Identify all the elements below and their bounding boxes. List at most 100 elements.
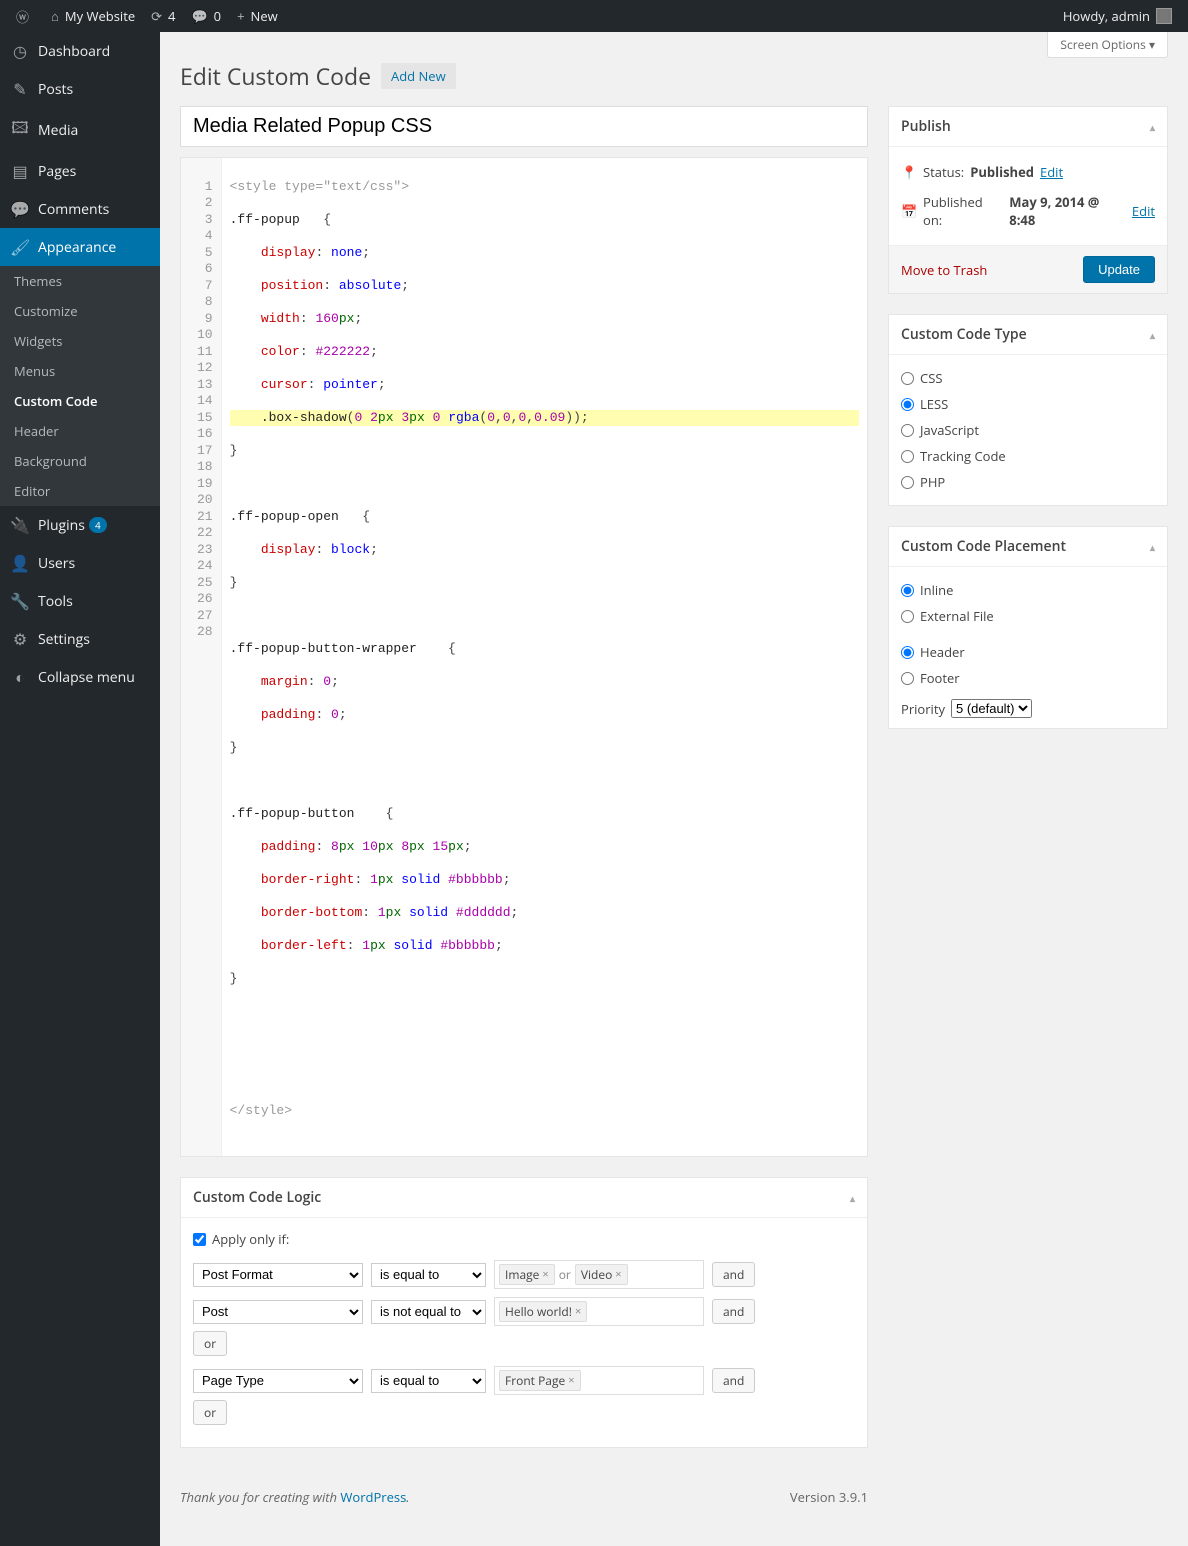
admin-bar: ⓦ ⌂My Website ⟳4 💬0 + New Howdy, admin bbox=[0, 0, 1188, 32]
menu-icon: 🔧 bbox=[10, 590, 30, 612]
placement-radio-footer[interactable] bbox=[901, 672, 914, 685]
rule-field-select[interactable]: Page Type bbox=[193, 1369, 363, 1393]
status-label: Status: bbox=[923, 163, 964, 181]
placement-radio-header[interactable] bbox=[901, 646, 914, 659]
menu-icon: 🖾 bbox=[10, 116, 30, 144]
radio-label: JavaScript bbox=[920, 421, 979, 439]
submenu-item-background[interactable]: Background bbox=[0, 446, 160, 476]
menu-item-collapse-menu[interactable]: ◐Collapse menu bbox=[0, 658, 160, 696]
remove-tag-icon[interactable]: × bbox=[615, 1267, 621, 1282]
submenu-item-custom-code[interactable]: Custom Code bbox=[0, 386, 160, 416]
code-area[interactable]: <style type="text/css"> .ff-popup { disp… bbox=[222, 158, 867, 1156]
tag[interactable]: Video × bbox=[575, 1264, 628, 1285]
rule-value-box[interactable]: Image ×orVideo × bbox=[494, 1260, 704, 1289]
wordpress-link[interactable]: WordPress bbox=[340, 1488, 406, 1506]
wp-logo[interactable]: ⓦ bbox=[8, 0, 43, 32]
menu-label: Appearance bbox=[38, 238, 116, 257]
menu-item-plugins[interactable]: 🔌Plugins4 bbox=[0, 506, 160, 544]
placement-heading[interactable]: Custom Code Placement▴ bbox=[889, 527, 1167, 567]
radio-label: Inline bbox=[920, 581, 953, 599]
menu-item-tools[interactable]: 🔧Tools bbox=[0, 582, 160, 620]
code-type-box: Custom Code Type▴ CSSLESSJavaScriptTrack… bbox=[888, 314, 1168, 506]
rule-field-select[interactable]: Post Format bbox=[193, 1263, 363, 1287]
toggle-icon: ▴ bbox=[850, 1191, 855, 1205]
placement-radio-inline[interactable] bbox=[901, 584, 914, 597]
custom-code-logic-box: Custom Code Logic▴ Apply only if: Post F… bbox=[180, 1177, 868, 1448]
code-type-radio-javascript[interactable] bbox=[901, 424, 914, 437]
badge: 4 bbox=[89, 517, 107, 533]
plus-icon: + bbox=[237, 7, 244, 25]
code-type-radio-css[interactable] bbox=[901, 372, 914, 385]
placement-radio-external-file[interactable] bbox=[901, 610, 914, 623]
line-gutter: 1234567891011121314151617181920212223242… bbox=[181, 158, 222, 1156]
menu-label: Pages bbox=[38, 162, 76, 181]
page-title: Edit Custom Code Add New bbox=[180, 60, 1168, 92]
updates-link[interactable]: ⟳4 bbox=[143, 0, 183, 32]
menu-item-comments[interactable]: 💬Comments bbox=[0, 190, 160, 228]
edit-date-link[interactable]: Edit bbox=[1132, 202, 1155, 220]
menu-item-users[interactable]: 👤Users bbox=[0, 544, 160, 582]
code-type-radio-tracking code[interactable] bbox=[901, 450, 914, 463]
and-button[interactable]: and bbox=[712, 1262, 755, 1287]
menu-icon: ◐ bbox=[10, 666, 30, 688]
version-text: Version 3.9.1 bbox=[790, 1488, 868, 1506]
remove-tag-icon[interactable]: × bbox=[542, 1267, 548, 1282]
comments-count: 0 bbox=[214, 7, 221, 25]
code-editor[interactable]: 1234567891011121314151617181920212223242… bbox=[180, 157, 868, 1157]
post-title-input[interactable] bbox=[180, 106, 868, 147]
menu-item-media[interactable]: 🖾Media bbox=[0, 108, 160, 152]
menu-item-appearance[interactable]: 🖌Appearance bbox=[0, 228, 160, 266]
rule-field-select[interactable]: Post bbox=[193, 1300, 363, 1324]
or-button[interactable]: or bbox=[193, 1331, 227, 1356]
menu-item-dashboard[interactable]: ◷Dashboard bbox=[0, 32, 160, 70]
menu-item-posts[interactable]: ✎Posts bbox=[0, 70, 160, 108]
submenu-item-header[interactable]: Header bbox=[0, 416, 160, 446]
code-type-radio-less[interactable] bbox=[901, 398, 914, 411]
submenu-item-menus[interactable]: Menus bbox=[0, 356, 160, 386]
comments-link[interactable]: 💬0 bbox=[183, 0, 229, 32]
menu-item-pages[interactable]: ▤Pages bbox=[0, 152, 160, 190]
rule-operator-select[interactable]: is equal to bbox=[371, 1263, 486, 1287]
rule-operator-select[interactable]: is not equal to bbox=[371, 1300, 486, 1324]
code-type-radio-php[interactable] bbox=[901, 476, 914, 489]
new-link[interactable]: + New bbox=[229, 0, 286, 32]
publish-heading[interactable]: Publish▴ bbox=[889, 107, 1167, 147]
update-button[interactable]: Update bbox=[1083, 256, 1155, 283]
or-text: or bbox=[559, 1266, 571, 1283]
submenu-item-customize[interactable]: Customize bbox=[0, 296, 160, 326]
menu-icon: ◷ bbox=[10, 40, 30, 62]
toggle-icon: ▴ bbox=[1150, 120, 1155, 134]
edit-status-link[interactable]: Edit bbox=[1040, 163, 1063, 181]
new-text: New bbox=[251, 7, 278, 25]
and-button[interactable]: and bbox=[712, 1368, 755, 1393]
priority-label: Priority bbox=[901, 700, 945, 718]
rule-value-box[interactable]: Hello world! × bbox=[494, 1297, 704, 1326]
submenu-item-editor[interactable]: Editor bbox=[0, 476, 160, 506]
add-new-button[interactable]: Add New bbox=[381, 63, 456, 89]
remove-tag-icon[interactable]: × bbox=[575, 1304, 581, 1319]
menu-label: Settings bbox=[38, 630, 90, 649]
logic-heading[interactable]: Custom Code Logic▴ bbox=[181, 1178, 867, 1218]
rule-operator-select[interactable]: is equal to bbox=[371, 1369, 486, 1393]
screen-options-toggle[interactable]: Screen Options ▾ bbox=[1047, 32, 1168, 58]
submenu-item-themes[interactable]: Themes bbox=[0, 266, 160, 296]
tag[interactable]: Image × bbox=[499, 1264, 555, 1285]
and-button[interactable]: and bbox=[712, 1299, 755, 1324]
remove-tag-icon[interactable]: × bbox=[568, 1373, 574, 1388]
rule-value-box[interactable]: Front Page × bbox=[494, 1366, 704, 1395]
site-name-text: My Website bbox=[65, 7, 135, 25]
menu-item-settings[interactable]: ⚙Settings bbox=[0, 620, 160, 658]
submenu-item-widgets[interactable]: Widgets bbox=[0, 326, 160, 356]
tag[interactable]: Hello world! × bbox=[499, 1301, 587, 1322]
tag[interactable]: Front Page × bbox=[499, 1370, 581, 1391]
site-name-link[interactable]: ⌂My Website bbox=[43, 0, 143, 32]
footer: Thank you for creating with WordPress. V… bbox=[180, 1488, 868, 1506]
or-button[interactable]: or bbox=[193, 1400, 227, 1425]
account-link[interactable]: Howdy, admin bbox=[1055, 0, 1180, 32]
priority-select[interactable]: 5 (default) bbox=[951, 699, 1032, 718]
move-to-trash-link[interactable]: Move to Trash bbox=[901, 261, 987, 279]
menu-icon: 🔌 bbox=[10, 514, 30, 536]
code-type-heading[interactable]: Custom Code Type▴ bbox=[889, 315, 1167, 355]
radio-label: Tracking Code bbox=[920, 447, 1006, 465]
apply-only-if-checkbox[interactable] bbox=[193, 1233, 206, 1246]
